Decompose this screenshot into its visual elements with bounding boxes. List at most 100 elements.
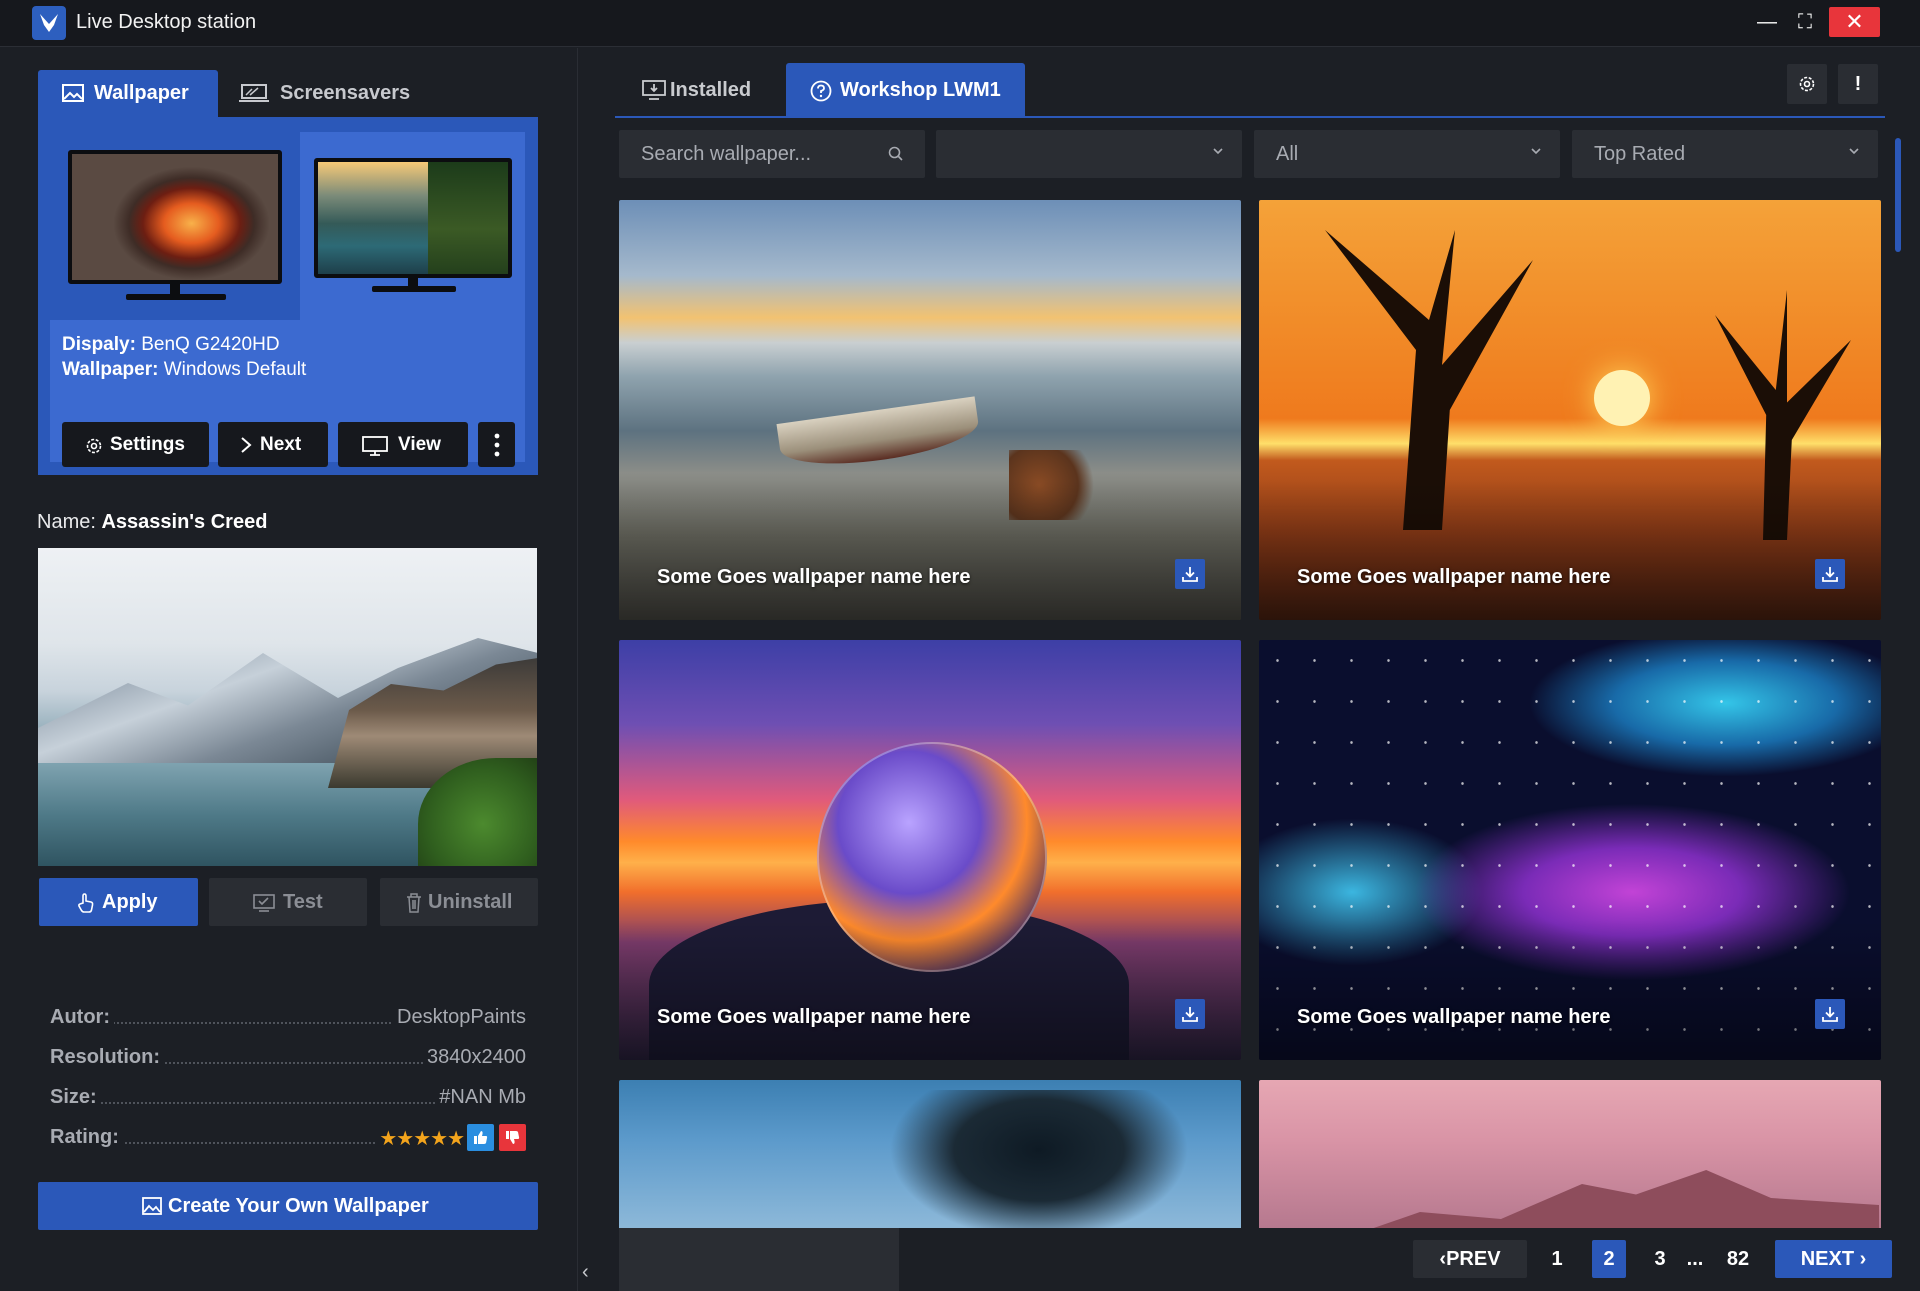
monitor-check-icon [253,894,275,912]
tab-installed[interactable]: Installed [630,63,780,117]
wallpaper-preview-image [38,548,537,866]
last-page-button[interactable]: 82 [1718,1240,1758,1278]
settings-label: Settings [110,434,185,455]
type-dropdown[interactable]: All [1254,130,1560,178]
prev-page-button[interactable]: ‹PREV [1413,1240,1527,1278]
search-box[interactable] [619,130,925,178]
collapse-panel-button[interactable]: ‹ [582,1262,604,1282]
tab-workshop-label: Workshop LWM1 [840,79,1001,101]
view-label: View [398,434,441,455]
download-button[interactable] [1815,999,1845,1029]
page-2-button[interactable]: 2 [1592,1240,1626,1278]
resolution-value: 3840x2400 [423,1046,526,1069]
sort-value: Top Rated [1594,143,1686,165]
next-page-button[interactable]: NEXT › [1775,1240,1892,1278]
image-icon [62,84,84,102]
monitor-1-base [126,294,226,300]
gear-icon [1799,76,1815,92]
rating-stars: ★★★★★ [375,1126,465,1151]
card-shade [619,480,1241,620]
tab-installed-label: Installed [670,79,752,101]
minimize-icon: — [1757,11,1777,33]
tab-workshop[interactable]: Workshop LWM1 [786,63,1025,117]
search-input[interactable] [619,130,925,178]
meta-autor: Autor: DesktopPaints [50,1006,526,1034]
apply-button[interactable]: Apply [39,878,198,926]
workshop-settings-button[interactable] [1787,64,1827,104]
meta-rating: Rating: ★★★★★ [50,1124,526,1154]
more-vertical-icon [494,433,500,457]
minimize-button[interactable]: — [1752,7,1782,37]
test-label: Test [283,891,323,913]
display-settings-button[interactable]: Settings [62,422,209,467]
display-more-button[interactable] [478,422,515,467]
hand-pointer-icon [78,893,94,913]
app-title: Live Desktop station [76,11,257,33]
wallpaper-value: Windows Default [163,359,307,380]
card-caption: Some Goes wallpaper name here [1297,1006,1611,1028]
thumbs-down-button[interactable] [499,1124,526,1151]
category-dropdown[interactable] [936,130,1242,178]
wallpaper-card[interactable]: Some Goes wallpaper name here [619,640,1241,1060]
chevron-right-icon [241,437,252,453]
next-label: Next [260,434,302,455]
card-shade [1259,480,1881,620]
autor-key: Autor: [50,1006,114,1029]
sort-dropdown[interactable]: Top Rated [1572,130,1878,178]
test-button[interactable]: Test [209,878,367,926]
uninstall-label: Uninstall [428,891,513,913]
display-view-button[interactable]: View [338,422,468,467]
tab-underline [615,116,1885,118]
page-1-button[interactable]: 1 [1540,1240,1574,1278]
display-next-button[interactable]: Next [218,422,328,467]
wallpaper-key: Wallpaper: [62,359,159,380]
create-wallpaper-button[interactable]: Create Your Own Wallpaper [38,1182,538,1230]
search-icon [888,146,903,161]
download-button[interactable] [1815,559,1845,589]
card-shade [619,920,1241,1060]
autor-value: DesktopPaints [393,1006,526,1029]
wallpaper-card[interactable]: Some Goes wallpaper name here [619,200,1241,620]
chevron-down-icon [1531,148,1541,155]
wallpaper-card[interactable] [1259,1080,1881,1230]
chevron-down-icon [1213,148,1223,155]
close-button[interactable]: ✕ [1829,7,1880,37]
chevron-right-icon: › [1859,1248,1867,1270]
vertical-scrollbar[interactable] [1893,136,1903,1226]
thumbs-up-button[interactable] [467,1124,494,1151]
page-3-button[interactable]: 3 [1643,1240,1677,1278]
name-key: Name: [37,511,96,533]
monitor-1-screen [68,150,282,284]
card-image-boat [776,396,982,474]
horizontal-scrollbar[interactable] [619,1228,899,1291]
alert-button[interactable]: ! [1838,64,1878,104]
uninstall-button[interactable]: Uninstall [380,878,538,926]
download-button[interactable] [1175,999,1205,1029]
app-logo [32,6,66,40]
display-row: Dispaly: BenQ G2420HD [62,332,306,357]
apply-label: Apply [102,891,158,913]
wallpaper-card[interactable] [619,1080,1241,1230]
wallpaper-card[interactable]: Some Goes wallpaper name here [1259,200,1881,620]
card-image-sun [1594,370,1650,426]
display-key: Dispaly: [62,334,136,355]
maximize-icon: ⛶ [1798,11,1812,33]
scrollbar-thumb[interactable] [1895,138,1901,252]
image-icon [142,1197,162,1215]
display-info: Dispaly: BenQ G2420HD Wallpaper: Windows… [62,332,306,382]
download-button[interactable] [1175,559,1205,589]
monitor-2-screen [314,158,512,278]
card-shade [1259,920,1881,1060]
maximize-button[interactable]: ⛶ [1790,7,1820,37]
download-icon [1182,567,1198,582]
resolution-key: Resolution: [50,1046,164,1069]
tab-screensavers-label: Screensavers [280,82,411,104]
tab-screensavers[interactable]: Screensavers [236,70,456,117]
left-panel: Wallpaper Screensavers Dispaly: BenQ G24… [0,48,578,1291]
wallpaper-card[interactable]: Some Goes wallpaper name here [1259,640,1881,1060]
meta-resolution: Resolution: 3840x2400 [50,1046,526,1074]
card-image-palms [889,1090,1189,1230]
type-value: All [1276,143,1299,165]
card-caption: Some Goes wallpaper name here [1297,566,1611,588]
tab-wallpaper[interactable]: Wallpaper [38,70,218,117]
